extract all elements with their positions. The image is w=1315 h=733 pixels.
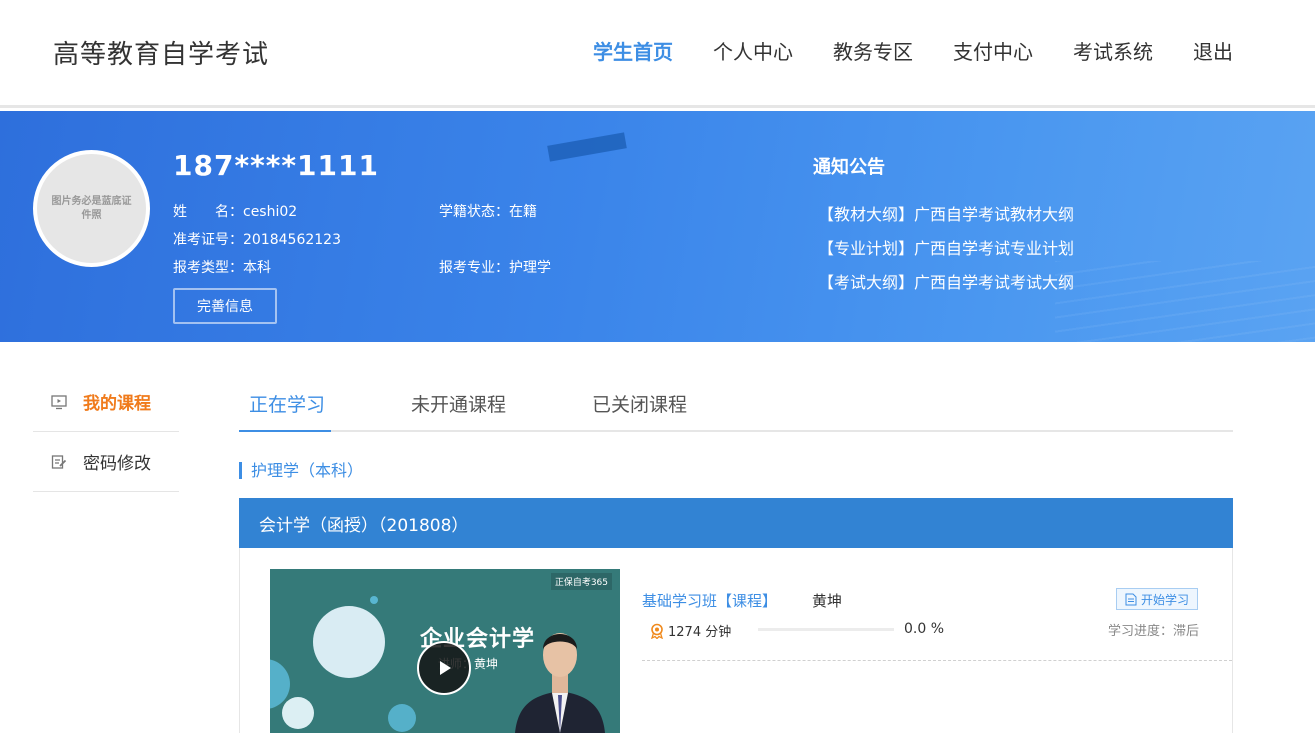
- play-button[interactable]: [417, 641, 471, 695]
- document-icon: [1125, 593, 1137, 605]
- monitor-play-icon: [50, 393, 68, 411]
- progress-percent: 0.0 %: [904, 621, 945, 637]
- course-video-thumbnail[interactable]: 正保自考365 企业会计学 讲师：黄坤: [270, 569, 620, 733]
- divider: [642, 660, 1232, 661]
- thumbnail-decoration: [388, 704, 416, 732]
- notice-title: 通知公告: [813, 157, 885, 178]
- sidebar-item-change-password[interactable]: 密码修改: [33, 432, 179, 492]
- info-status: 学籍状态：在籍: [439, 201, 537, 221]
- lesson-title-link[interactable]: 基础学习班【课程】: [642, 590, 777, 611]
- course-tabs: 正在学习 未开通课程 已关闭课程: [239, 372, 1233, 432]
- lesson-teacher: 黄坤: [812, 592, 843, 610]
- main-nav: 学生首页 个人中心 教务专区 支付中心 考试系统 退出: [593, 36, 1233, 65]
- complete-info-button[interactable]: 完善信息: [173, 288, 277, 324]
- tab-studying[interactable]: 正在学习: [249, 390, 325, 417]
- start-learning-label: 开始学习: [1140, 592, 1189, 607]
- nav-student-home[interactable]: 学生首页: [593, 36, 673, 65]
- play-icon: [440, 661, 451, 675]
- info-exam-no: 准考证号：20184562123: [173, 229, 341, 249]
- nav-personal-center[interactable]: 个人中心: [713, 36, 793, 65]
- study-minutes-value: 1274 分钟: [668, 625, 732, 640]
- thumbnail-decoration: [282, 697, 314, 729]
- nav-payment-center[interactable]: 支付中心: [953, 36, 1033, 65]
- avatar-placeholder-text: 图片务必是蓝底证件照: [51, 195, 132, 221]
- nav-logout[interactable]: 退出: [1193, 36, 1233, 65]
- award-icon: [651, 623, 663, 639]
- study-minutes: 1274 分钟: [649, 621, 731, 640]
- site-title: 高等教育自学考试: [53, 40, 270, 70]
- info-major-label: 报考专业：: [439, 260, 509, 276]
- sidebar-item-my-courses[interactable]: 我的课程: [33, 372, 179, 432]
- info-name-label: 姓 名：: [173, 204, 243, 220]
- edit-icon: [50, 453, 68, 471]
- start-learning-button[interactable]: 开始学习: [1116, 588, 1198, 610]
- thumbnail-decoration: [370, 596, 378, 604]
- info-name-value: ceshi02: [243, 204, 298, 220]
- notice-item[interactable]: 【专业计划】广西自学考试专业计划: [818, 235, 1074, 259]
- info-exam-no-label: 准考证号：: [173, 232, 243, 248]
- major-section-title: 护理学（本科）: [239, 462, 363, 479]
- banner-decoration-lines: [1055, 261, 1315, 342]
- thumbnail-decoration: [313, 606, 385, 678]
- progress-bar: [758, 628, 894, 631]
- info-exam-no-value: 20184562123: [243, 232, 341, 248]
- sidebar-item-label: 密码修改: [83, 454, 151, 474]
- notice-item[interactable]: 【考试大纲】广西自学考试考试大纲: [818, 269, 1074, 293]
- nav-academic-zone[interactable]: 教务专区: [833, 36, 913, 65]
- banner-decoration: [547, 132, 627, 162]
- sidebar-item-label: 我的课程: [83, 394, 151, 414]
- tab-not-opened[interactable]: 未开通课程: [411, 390, 506, 417]
- info-name: 姓 名：ceshi02: [173, 201, 297, 221]
- info-status-value: 在籍: [509, 204, 537, 220]
- info-major-value: 护理学: [509, 260, 551, 276]
- teacher-figure: [515, 633, 605, 733]
- info-apply-type-value: 本科: [243, 260, 271, 276]
- nav-exam-system[interactable]: 考试系统: [1073, 36, 1153, 65]
- info-apply-type-label: 报考类型：: [173, 260, 243, 276]
- notice-item[interactable]: 【教材大纲】广西自学考试教材大纲: [818, 201, 1074, 225]
- study-progress-status: 学习进度：滞后: [1108, 624, 1200, 639]
- profile-banner: 图片务必是蓝底证件照 187****1111 姓 名：ceshi02 准考证号：…: [0, 111, 1315, 342]
- course-header: 会计学（函授）（201808）: [239, 498, 1233, 548]
- user-id: 187****1111: [173, 149, 379, 182]
- tab-closed[interactable]: 已关闭课程: [592, 390, 687, 417]
- video-logo: 正保自考365: [550, 573, 612, 590]
- info-major: 报考专业：护理学: [439, 257, 551, 277]
- info-apply-type: 报考类型：本科: [173, 257, 271, 277]
- info-status-label: 学籍状态：: [439, 204, 509, 220]
- avatar[interactable]: 图片务必是蓝底证件照: [33, 150, 150, 267]
- active-tab-underline: [239, 430, 331, 432]
- top-header: 高等教育自学考试 学生首页 个人中心 教务专区 支付中心 考试系统 退出: [0, 0, 1315, 108]
